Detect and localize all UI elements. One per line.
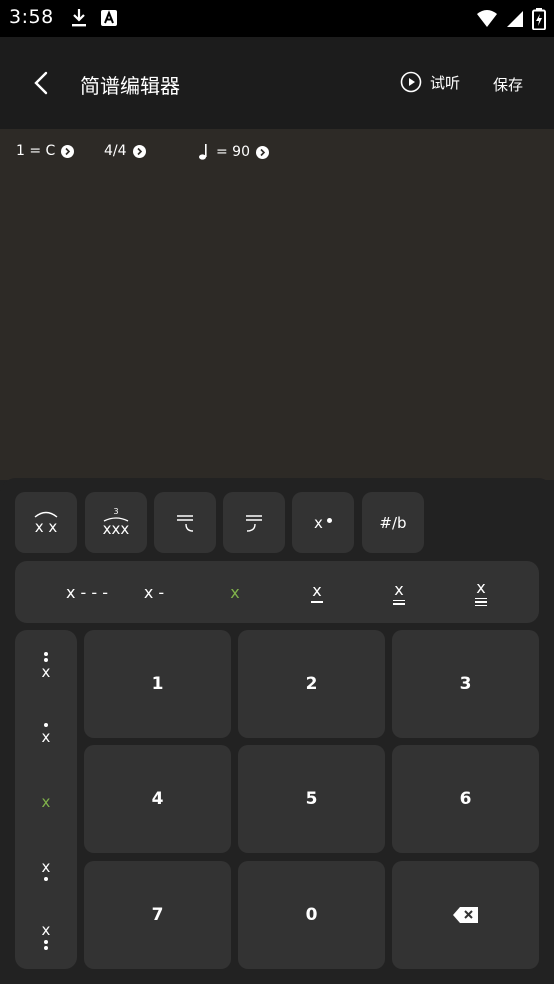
keyboard-a-icon [100, 8, 118, 32]
underline-icon [475, 604, 487, 607]
save-button[interactable]: 保存 [493, 74, 523, 95]
tempo-selector[interactable]: = 90 [198, 143, 269, 161]
play-circle-icon [400, 71, 422, 93]
beam-end-button[interactable] [154, 492, 216, 553]
beam-start-button[interactable] [223, 492, 285, 553]
listen-label: 试听 [430, 73, 461, 92]
beam-end-icon [177, 514, 194, 532]
tie-button[interactable]: x x [15, 492, 77, 553]
wifi-icon [476, 9, 498, 33]
tempo-value: = 90 [216, 144, 250, 160]
underline-icon [393, 599, 405, 601]
back-button[interactable] [24, 65, 60, 101]
dot-icon [44, 658, 48, 662]
key-7[interactable]: 7 [84, 861, 231, 969]
dot-icon [44, 877, 48, 881]
underline-icon [475, 597, 487, 600]
octave-low-2-label: x [41, 921, 51, 939]
time-signature-selector[interactable]: 4/4 [104, 143, 146, 159]
duration-sixteenth[interactable]: x [359, 561, 439, 623]
quarter-note-icon [199, 144, 207, 160]
octave-low-1[interactable]: x [15, 848, 77, 892]
download-icon [70, 8, 88, 32]
key-3[interactable]: 3 [392, 630, 539, 738]
octave-high-1-label: x [41, 728, 51, 746]
key-4[interactable]: 4 [84, 745, 231, 853]
status-time: 3:58 [9, 6, 54, 28]
octave-high-1[interactable]: x [15, 712, 77, 756]
beam-start-icon [246, 514, 262, 532]
key-selector[interactable]: 1 = C [16, 143, 75, 159]
triplet-button[interactable]: 3 xxx [85, 492, 147, 553]
dot-icon [44, 723, 48, 727]
underline-icon [393, 603, 405, 605]
tie-arc-icon [34, 511, 58, 518]
signal-icon [506, 9, 524, 33]
tie-label: x x [34, 517, 58, 536]
key-6[interactable]: 6 [392, 745, 539, 853]
chevron-right-icon [132, 144, 146, 158]
note-keyboard: x x 3 xxx x #/b x - - - x - x x x x x x … [0, 478, 554, 984]
duration-whole-label: x - - - [65, 582, 109, 602]
app-bar: 简谱编辑器 试听 保存 [0, 37, 554, 129]
dot-icon [44, 940, 48, 944]
key-2[interactable]: 2 [238, 630, 385, 738]
duration-half[interactable]: x - [114, 561, 194, 623]
status-bar: 3:58 [0, 0, 554, 37]
duration-eighth[interactable]: x [277, 561, 357, 623]
triplet-label: xxx [102, 520, 130, 538]
duration-quarter-label: x [230, 582, 240, 602]
duration-half-label: x - [143, 582, 165, 602]
duration-quarter[interactable]: x [195, 561, 275, 623]
duration-thirtysecond[interactable]: x [441, 561, 521, 623]
key-value: 1 = C [16, 143, 56, 159]
octave-high-2[interactable]: x [15, 644, 77, 688]
accidental-button[interactable]: #/b [362, 492, 424, 553]
underline-icon [311, 601, 323, 603]
duration-thirtysecond-label: x [476, 577, 486, 597]
backspace-icon [452, 907, 478, 923]
time-signature-value: 4/4 [104, 143, 127, 159]
octave-low-2[interactable]: x [15, 914, 77, 958]
backspace-button[interactable] [392, 861, 539, 969]
listen-button[interactable]: 试听 [400, 71, 460, 93]
dot-icon [44, 946, 48, 950]
octave-low-1-label: x [41, 858, 51, 876]
score-editor[interactable]: 1 = C 4/4 = 90 [0, 129, 554, 480]
chevron-left-icon [34, 71, 48, 95]
duration-sixteenth-label: x [394, 579, 404, 599]
octave-selector: x x x x x [15, 630, 77, 969]
duration-eighth-label: x [312, 581, 322, 601]
octave-high-2-label: x [41, 663, 51, 681]
duration-selector: x - - - x - x x x x [15, 561, 539, 623]
key-1[interactable]: 1 [84, 630, 231, 738]
triplet-number: 3 [113, 507, 119, 516]
dotted-note-label: x [314, 513, 323, 532]
battery-charging-icon [532, 8, 546, 34]
chevron-right-icon [256, 145, 269, 159]
octave-normal[interactable]: x [15, 780, 77, 824]
key-5[interactable]: 5 [238, 745, 385, 853]
page-title: 简谱编辑器 [80, 74, 180, 98]
octave-normal-label: x [41, 793, 51, 811]
dot-icon [326, 518, 332, 523]
dotted-note-button[interactable]: x [292, 492, 354, 553]
dot-icon [44, 652, 48, 656]
key-0[interactable]: 0 [238, 861, 385, 969]
chevron-right-icon [61, 144, 75, 158]
underline-icon [475, 601, 487, 603]
